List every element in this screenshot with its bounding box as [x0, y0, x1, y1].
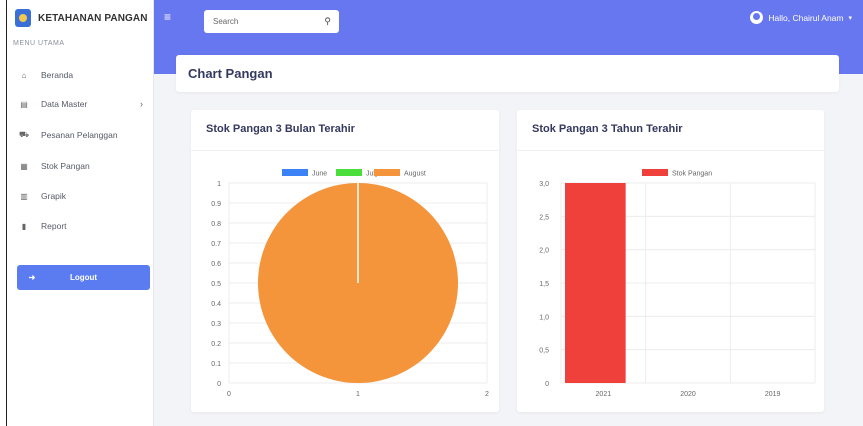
legend-swatch: [642, 169, 668, 176]
menu-toggle-icon[interactable]: ≡: [164, 10, 171, 24]
y-tick-label: 0.6: [211, 261, 221, 268]
legend-swatch: [374, 169, 400, 176]
y-tick-label: 0.4: [211, 301, 221, 308]
y-tick-label: 0: [545, 381, 549, 388]
y-tick-label: 0: [217, 381, 221, 388]
y-tick-label: 0.5: [211, 281, 221, 288]
y-tick-label: 0.9: [211, 201, 221, 208]
y-tick-label: 0.8: [211, 221, 221, 228]
search-input[interactable]: Search ⚲: [204, 10, 339, 33]
sidebar-item-label: Pesanan Pelanggan: [41, 130, 118, 140]
chevron-right-icon: ›: [140, 99, 143, 109]
sidebar-item-label: Stok Pangan: [41, 161, 90, 171]
page-title: Chart Pangan: [188, 66, 273, 81]
sidebar-item-data-master[interactable]: ▤ Data Master ›: [7, 93, 153, 115]
y-tick-label: 2,5: [539, 214, 549, 221]
y-tick-label: 0,5: [539, 348, 549, 355]
y-tick-label: 1,0: [539, 314, 549, 321]
sidebar-item-label: Beranda: [41, 70, 74, 80]
user-menu[interactable]: Hallo, Chairul Anam ▾: [750, 11, 852, 24]
legend-label: Stok Pangan: [672, 171, 712, 178]
y-tick-label: 1: [217, 181, 221, 188]
x-tick-label: 1: [356, 391, 360, 398]
legend-swatch: [282, 169, 308, 176]
caret-down-icon: ▾: [848, 14, 852, 22]
y-tick-label: 3,0: [539, 181, 549, 188]
sidebar-item-label: Report: [41, 221, 67, 231]
pie-chart: 10.90.80.70.60.50.40.30.20.100 1 2June July…: [211, 169, 489, 398]
x-tick-label: 2019: [765, 391, 781, 398]
y-tick-label: 2,0: [539, 248, 549, 255]
chart-card-monthly: Stok Pangan 3 Bulan Terahir 1 0.9 0.8 0.7 0.…: [191, 110, 499, 412]
sidebar: KETAHANAN PANGAN MENU UTAMA ⌂ Beranda ▤ …: [7, 0, 154, 426]
sidebar-item-pesanan-pelanggan[interactable]: ⛟ Pesanan Pelanggan: [7, 124, 153, 146]
y-tick-label: 0.1: [211, 361, 221, 368]
logout-label: Logout: [69, 273, 98, 282]
legend-label: August: [404, 171, 426, 178]
x-tick-label: 2: [485, 391, 489, 398]
sidebar-item-label: Data Master: [41, 99, 88, 109]
search-placeholder: Search: [213, 17, 239, 26]
search-icon[interactable]: ⚲: [324, 16, 331, 27]
home-icon: ⌂: [21, 70, 27, 80]
legend-swatch: [336, 169, 362, 176]
chart-card-yearly: Stok Pangan 3 Tahun Terahir 3,0 2,5 2,0 1,5…: [517, 110, 824, 412]
app-frame: KETAHANAN PANGAN MENU UTAMA ⌂ Beranda ▤ …: [6, 0, 863, 426]
user-greeting: Hallo, Chairul Anam: [768, 12, 844, 23]
sidebar-item-report[interactable]: ▮ Report: [7, 215, 153, 237]
x-tick-label: 0: [227, 391, 231, 398]
y-tick-label: 0.2: [211, 341, 221, 348]
sidebar-item-stok-pangan[interactable]: ▦ Stok Pangan: [7, 155, 153, 177]
chart-icon: ▥: [20, 191, 28, 201]
logo-icon: [15, 9, 31, 27]
legend-label: June: [312, 171, 327, 178]
sidebar-item-label: Grapik: [41, 191, 67, 201]
database-icon: ▤: [20, 99, 28, 109]
x-tick-label: 2021: [596, 391, 612, 398]
y-tick-label: 0.7: [211, 241, 221, 248]
y-tick-label: 0.3: [211, 321, 221, 328]
bar: [565, 183, 626, 383]
avatar: [750, 11, 764, 24]
file-icon: ▮: [21, 221, 27, 231]
sidebar-item-grapik[interactable]: ▥ Grapik: [7, 185, 153, 207]
truck-icon: ⛟: [19, 130, 30, 139]
menu-label: MENU UTAMA: [13, 40, 65, 47]
logout-button[interactable]: ➜ Logout: [17, 265, 150, 290]
x-tick-label: 2020: [680, 391, 696, 398]
y-tick-label: 1,5: [539, 281, 549, 288]
boxes-icon: ▦: [20, 161, 28, 171]
page-header: Chart Pangan: [176, 55, 839, 92]
bar-chart: 3,0 2,5 2,0 1,5 1,0 0,5 0 Stok Pangan 2021 2020 20…: [539, 169, 816, 398]
sidebar-item-beranda[interactable]: ⌂ Beranda: [7, 64, 153, 86]
brand-name: KETAHANAN PANGAN: [38, 12, 148, 24]
brand[interactable]: KETAHANAN PANGAN: [7, 0, 153, 36]
